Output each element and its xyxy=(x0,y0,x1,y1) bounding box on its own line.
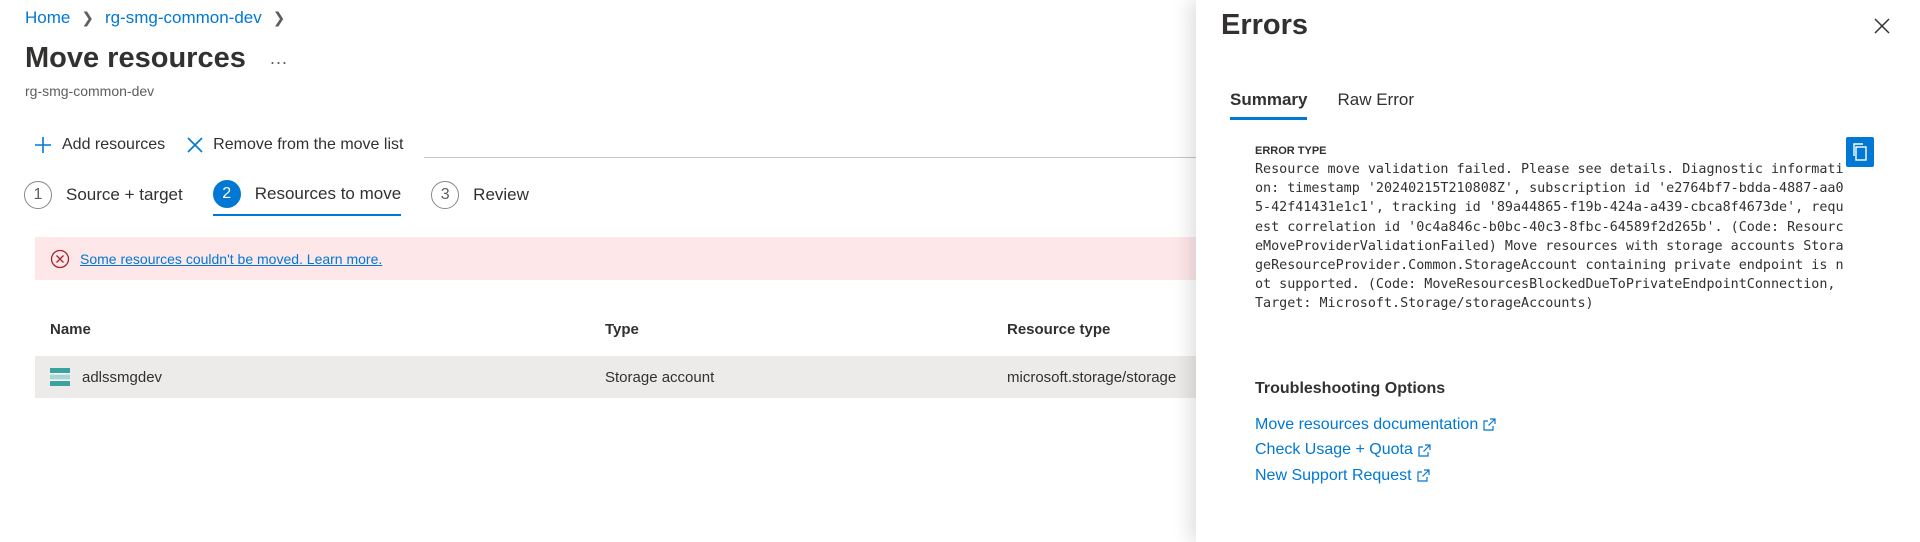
toolbar-divider xyxy=(424,157,1196,158)
resource-name: adlssmgdev xyxy=(82,368,163,386)
step-label: Review xyxy=(473,185,529,204)
add-resources-button[interactable]: Add resources xyxy=(34,136,165,154)
plus-icon xyxy=(35,137,51,153)
step-review[interactable]: 3 Review xyxy=(431,181,529,215)
move-resources-docs-link[interactable]: Move resources documentation xyxy=(1255,412,1496,438)
troubleshooting-title: Troubleshooting Options xyxy=(1255,380,1446,397)
close-panel-button[interactable] xyxy=(1874,18,1890,39)
column-header-type[interactable]: Type xyxy=(590,321,992,338)
error-type-label: ERROR TYPE xyxy=(1255,145,1327,157)
breadcrumb-home-link[interactable]: Home xyxy=(25,8,70,28)
copy-button[interactable] xyxy=(1846,137,1874,167)
step-source-target[interactable]: 1 Source + target xyxy=(24,181,183,215)
errors-panel: Errors Summary Raw Error ERROR TYPE Reso… xyxy=(1196,0,1920,542)
command-bar: Add resources Remove from the move list xyxy=(34,136,425,154)
link-label: Move resources documentation xyxy=(1255,415,1479,433)
close-icon xyxy=(1874,18,1890,34)
troubleshooting-links: Move resources documentation Check Usage… xyxy=(1255,412,1496,489)
error-banner: Some resources couldn't be moved. Learn … xyxy=(35,237,1196,280)
resources-table: Name Type Resource type adlssmgdev Stora… xyxy=(35,314,1196,398)
error-details-text: Resource move validation failed. Please … xyxy=(1255,162,1844,312)
chevron-right-icon: ❯ xyxy=(81,10,94,27)
page-title: Move resources xyxy=(25,42,246,74)
storage-account-icon xyxy=(50,368,70,386)
breadcrumb-group-link[interactable]: rg-smg-common-dev xyxy=(105,8,262,28)
main-blade: Home ❯ rg-smg-common-dev ❯ Move resource… xyxy=(0,0,1196,542)
wizard-steps: 1 Source + target 2 Resources to move 3 … xyxy=(24,180,559,216)
remove-from-move-list-button[interactable]: Remove from the move list xyxy=(187,136,403,154)
new-support-request-link[interactable]: New Support Request xyxy=(1255,463,1496,489)
cell-resource-type: microsoft.storage/storage xyxy=(1007,368,1177,386)
tab-summary[interactable]: Summary xyxy=(1230,90,1308,120)
remove-label: Remove from the move list xyxy=(213,136,404,153)
external-link-icon xyxy=(1483,418,1496,431)
check-usage-quota-link[interactable]: Check Usage + Quota xyxy=(1255,438,1496,464)
table-row[interactable]: adlssmgdev Storage account microsoft.sto… xyxy=(35,356,1196,398)
errors-tabs: Summary Raw Error xyxy=(1230,90,1444,120)
table-header: Name Type Resource type xyxy=(35,314,1196,344)
external-link-icon xyxy=(1416,469,1430,482)
column-header-resource-type[interactable]: Resource type xyxy=(992,321,1196,338)
page-subtitle: rg-smg-common-dev xyxy=(25,83,155,99)
step-number: 1 xyxy=(24,181,52,209)
add-resources-label: Add resources xyxy=(62,136,166,153)
step-resources-to-move[interactable]: 2 Resources to move xyxy=(212,180,402,216)
step-number: 3 xyxy=(431,181,460,209)
copy-icon xyxy=(1853,143,1867,161)
link-label: Check Usage + Quota xyxy=(1255,441,1413,459)
chevron-right-icon: ❯ xyxy=(272,10,286,27)
learn-more-link[interactable]: Some resources couldn't be moved. Learn … xyxy=(80,251,382,267)
more-options-button[interactable]: ... xyxy=(270,48,288,69)
cell-type: Storage account xyxy=(605,368,715,386)
errors-panel-title: Errors xyxy=(1221,9,1309,41)
external-link-icon xyxy=(1418,444,1431,457)
cell-name: adlssmgdev xyxy=(35,368,590,386)
link-label: New Support Request xyxy=(1255,466,1412,484)
step-label: Source + target xyxy=(66,185,183,204)
breadcrumb: Home ❯ rg-smg-common-dev ❯ xyxy=(25,8,296,28)
close-icon xyxy=(187,137,203,153)
error-circle-icon xyxy=(50,249,70,269)
step-number: 2 xyxy=(212,180,241,208)
step-label: Resources to move xyxy=(254,184,402,203)
tab-raw-error[interactable]: Raw Error xyxy=(1337,90,1414,120)
column-header-name[interactable]: Name xyxy=(35,321,590,338)
